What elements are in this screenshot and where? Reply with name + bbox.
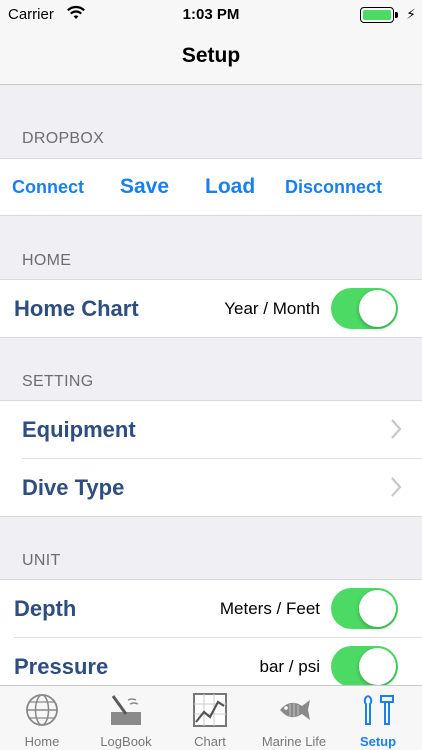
toggle-knob <box>359 590 396 627</box>
tab-label: Marine Life <box>261 734 327 749</box>
status-bar: Carrier 1:03 PM ⚡ <box>0 0 422 30</box>
depth-label: Depth <box>14 596 77 621</box>
section-header-unit: UNIT <box>22 552 61 569</box>
home-chart-row: Home Chart Year / Month <box>0 280 422 338</box>
dive-type-label: Dive Type <box>22 475 125 500</box>
tools-icon <box>363 695 394 725</box>
charging-icon: ⚡ <box>406 6 416 22</box>
disconnect-button[interactable]: Disconnect <box>285 159 382 215</box>
section-header-setting: SETTING <box>22 373 94 390</box>
tab-logbook[interactable]: LogBook <box>84 686 168 750</box>
tab-label: Chart <box>194 734 226 749</box>
depth-value: Meters / Feet <box>219 599 320 618</box>
home-chart-value: Year / Month <box>224 299 320 318</box>
battery-tip <box>395 12 398 18</box>
dive-type-row[interactable]: Dive Type <box>0 459 422 517</box>
toggle-knob <box>359 648 396 685</box>
tab-chart[interactable]: Chart <box>168 686 252 750</box>
home-group: Home Chart Year / Month <box>0 279 422 338</box>
home-chart-toggle[interactable] <box>331 288 398 329</box>
pressure-value: bar / psi <box>259 657 320 676</box>
logbook-icon <box>111 695 141 725</box>
depth-row: Depth Meters / Feet <box>0 580 422 638</box>
tab-setup[interactable]: Setup <box>336 686 420 750</box>
tab-label: Setup <box>359 734 397 749</box>
fish-icon <box>280 700 310 720</box>
toggle-knob <box>359 290 396 327</box>
chart-icon <box>193 693 227 727</box>
battery-icon <box>360 7 394 23</box>
section-header-dropbox: DROPBOX <box>22 130 105 147</box>
page-title: Setup <box>181 44 241 67</box>
tab-label: LogBook <box>100 734 152 749</box>
clock: 1:03 PM <box>182 6 240 23</box>
unit-group: Depth Meters / Feet Pressure bar / psi <box>0 579 422 699</box>
home-chart-label: Home Chart <box>14 296 139 321</box>
tab-bar: Home LogBook Chart Marine Life Setup <box>0 685 422 750</box>
navigation-bar: Setup <box>0 30 422 85</box>
tab-home[interactable]: Home <box>0 686 84 750</box>
chevron-right-icon <box>391 419 402 439</box>
globe-icon <box>26 694 58 726</box>
equipment-row[interactable]: Equipment <box>0 401 422 459</box>
equipment-label: Equipment <box>22 417 136 442</box>
connect-button[interactable]: Connect <box>12 159 84 215</box>
section-header-home: HOME <box>22 252 72 269</box>
chevron-right-icon <box>391 477 402 497</box>
dropbox-group: Connect Save Load Disconnect <box>0 158 422 216</box>
tab-marine-life[interactable]: Marine Life <box>252 686 336 750</box>
save-button[interactable]: Save <box>120 159 169 215</box>
pressure-label: Pressure <box>14 654 109 679</box>
depth-toggle[interactable] <box>331 588 398 629</box>
setting-group: Equipment Dive Type <box>0 400 422 517</box>
tab-label: Home <box>24 734 60 749</box>
load-button[interactable]: Load <box>205 159 255 215</box>
pressure-toggle[interactable] <box>331 646 398 687</box>
